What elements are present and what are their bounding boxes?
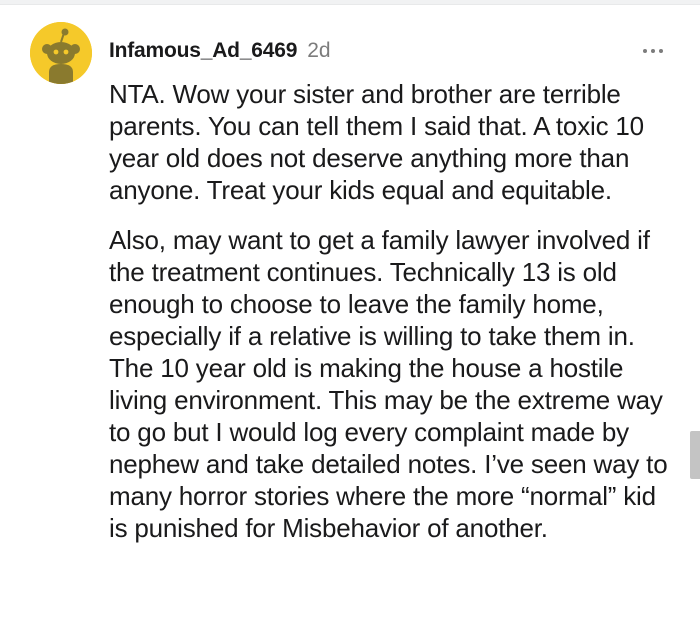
more-options-button[interactable] <box>636 38 670 64</box>
more-options-icon-dot <box>659 49 663 53</box>
more-options-icon-dot <box>651 49 655 53</box>
more-options-icon <box>643 49 647 53</box>
comment-paragraph: Also, may want to get a family lawyer in… <box>109 225 668 543</box>
comment-header: Infamous_Ad_6469 2d <box>109 36 331 66</box>
username[interactable]: Infamous_Ad_6469 <box>109 39 297 63</box>
scrollbar-thumb[interactable] <box>690 431 700 479</box>
user-avatar[interactable] <box>30 22 92 84</box>
comment-body: NTA. Wow your sister and brother are ter… <box>109 78 669 544</box>
top-divider <box>0 0 700 5</box>
comment-paragraph: NTA. Wow your sister and brother are ter… <box>109 79 644 205</box>
snoo-avatar-icon <box>30 22 92 84</box>
comment-time: 2d <box>307 39 331 62</box>
